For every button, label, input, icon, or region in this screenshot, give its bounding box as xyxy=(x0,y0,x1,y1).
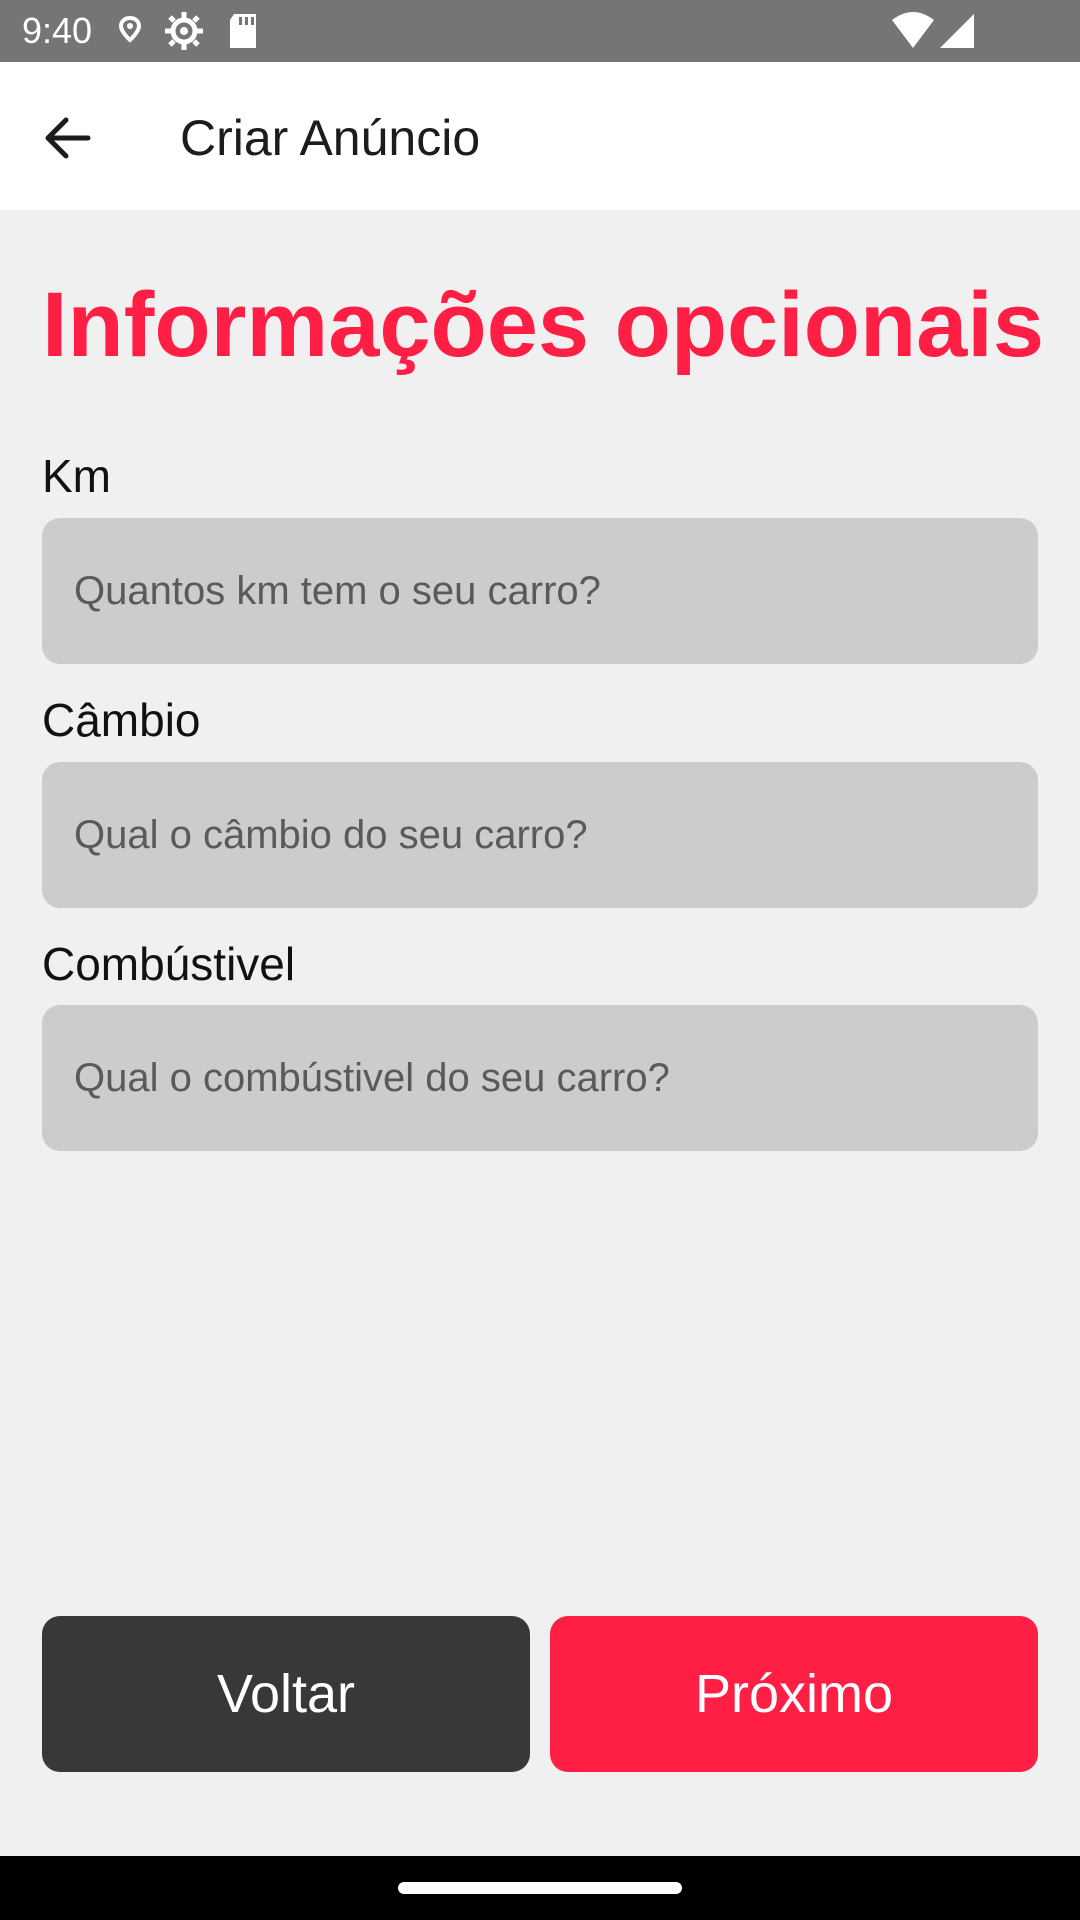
settings-icon xyxy=(162,10,206,52)
section-heading: Informações opcionais xyxy=(42,274,1045,376)
signal-icon xyxy=(936,10,980,52)
km-input[interactable] xyxy=(42,518,1038,664)
status-time: 9:40 xyxy=(22,10,93,51)
back-arrow-icon[interactable] xyxy=(30,100,106,176)
home-handle[interactable] xyxy=(398,1882,682,1894)
navigation-bar xyxy=(0,1856,1080,1920)
cambio-label: Câmbio xyxy=(42,694,201,746)
page-title: Criar Anúncio xyxy=(180,110,481,166)
cambio-input[interactable] xyxy=(42,762,1038,908)
combustivel-input[interactable] xyxy=(42,1005,1038,1151)
wifi-icon xyxy=(890,10,936,52)
km-label: Km xyxy=(42,450,111,502)
combustivel-label: Combústivel xyxy=(42,938,296,990)
sd-card-icon xyxy=(222,10,266,52)
location-icon xyxy=(108,10,152,52)
app-bar: Criar Anúncio xyxy=(0,62,1080,210)
next-button[interactable]: Próximo xyxy=(550,1616,1038,1772)
back-button[interactable]: Voltar xyxy=(42,1616,530,1772)
status-bar: 9:40 xyxy=(0,0,1080,62)
